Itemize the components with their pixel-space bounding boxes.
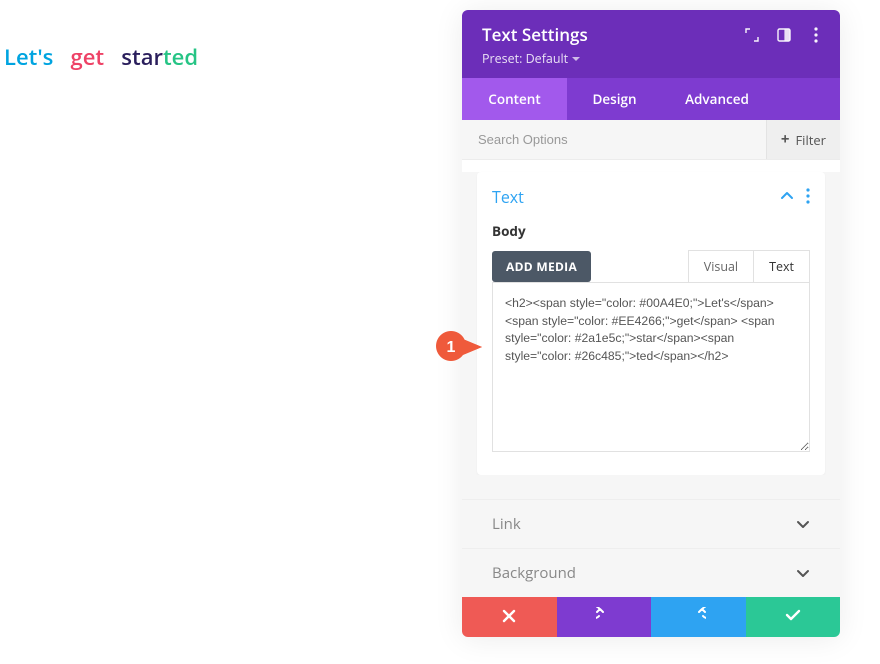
section-link[interactable]: Link: [462, 499, 840, 548]
redo-icon: [690, 606, 706, 628]
preview-word-3: star: [121, 42, 163, 72]
search-input[interactable]: [462, 120, 766, 159]
editor-tab-visual[interactable]: Visual: [689, 251, 753, 282]
more-menu-icon[interactable]: [808, 27, 824, 43]
section-menu-icon[interactable]: [806, 188, 810, 207]
sidebar-toggle-icon[interactable]: [776, 27, 792, 43]
section-background[interactable]: Background: [462, 548, 840, 597]
panel-header: Text Settings Preset: Default: [462, 10, 840, 78]
preset-selector[interactable]: Preset: Default: [482, 50, 824, 67]
text-section-card: Text Body ADD MEDIA Visual Text: [477, 172, 825, 475]
close-button[interactable]: [462, 597, 557, 637]
action-bar: [462, 597, 840, 637]
main-tabs: Content Design Advanced: [462, 78, 840, 120]
tab-design[interactable]: Design: [567, 78, 662, 120]
collapse-toggle[interactable]: [780, 186, 794, 208]
redo-button[interactable]: [651, 597, 746, 637]
preview-word-4: ted: [163, 42, 198, 72]
text-section-title: Text: [492, 186, 524, 208]
editor-tab-text[interactable]: Text: [753, 251, 809, 282]
tab-content[interactable]: Content: [462, 78, 567, 120]
preset-label: Preset: Default: [482, 50, 568, 67]
body-label: Body: [492, 222, 810, 240]
caret-down-icon: [572, 57, 580, 61]
undo-button[interactable]: [557, 597, 652, 637]
add-media-button[interactable]: ADD MEDIA: [492, 251, 591, 282]
preview-word-2: get: [71, 42, 105, 72]
preview-heading: Let's get started: [4, 42, 198, 72]
html-code-textarea[interactable]: [492, 282, 810, 452]
save-button[interactable]: [746, 597, 841, 637]
chevron-down-icon: [796, 517, 810, 531]
panel-title: Text Settings: [482, 23, 588, 46]
check-icon: [785, 606, 801, 628]
plus-icon: +: [781, 132, 790, 147]
section-background-label: Background: [492, 563, 576, 583]
filter-label: Filter: [795, 131, 826, 149]
text-settings-panel: Text Settings Preset: Default Content De…: [462, 10, 840, 637]
search-row: + Filter: [462, 120, 840, 160]
expand-icon[interactable]: [744, 27, 760, 43]
filter-button[interactable]: + Filter: [766, 120, 840, 159]
editor-mode-tabs: Visual Text: [688, 250, 810, 282]
section-link-label: Link: [492, 514, 521, 534]
close-icon: [502, 606, 516, 628]
preview-word-1: Let's: [4, 42, 53, 72]
undo-icon: [596, 606, 612, 628]
chevron-down-icon: [796, 566, 810, 580]
callout-number: 1: [447, 339, 456, 356]
tab-advanced[interactable]: Advanced: [662, 78, 772, 120]
